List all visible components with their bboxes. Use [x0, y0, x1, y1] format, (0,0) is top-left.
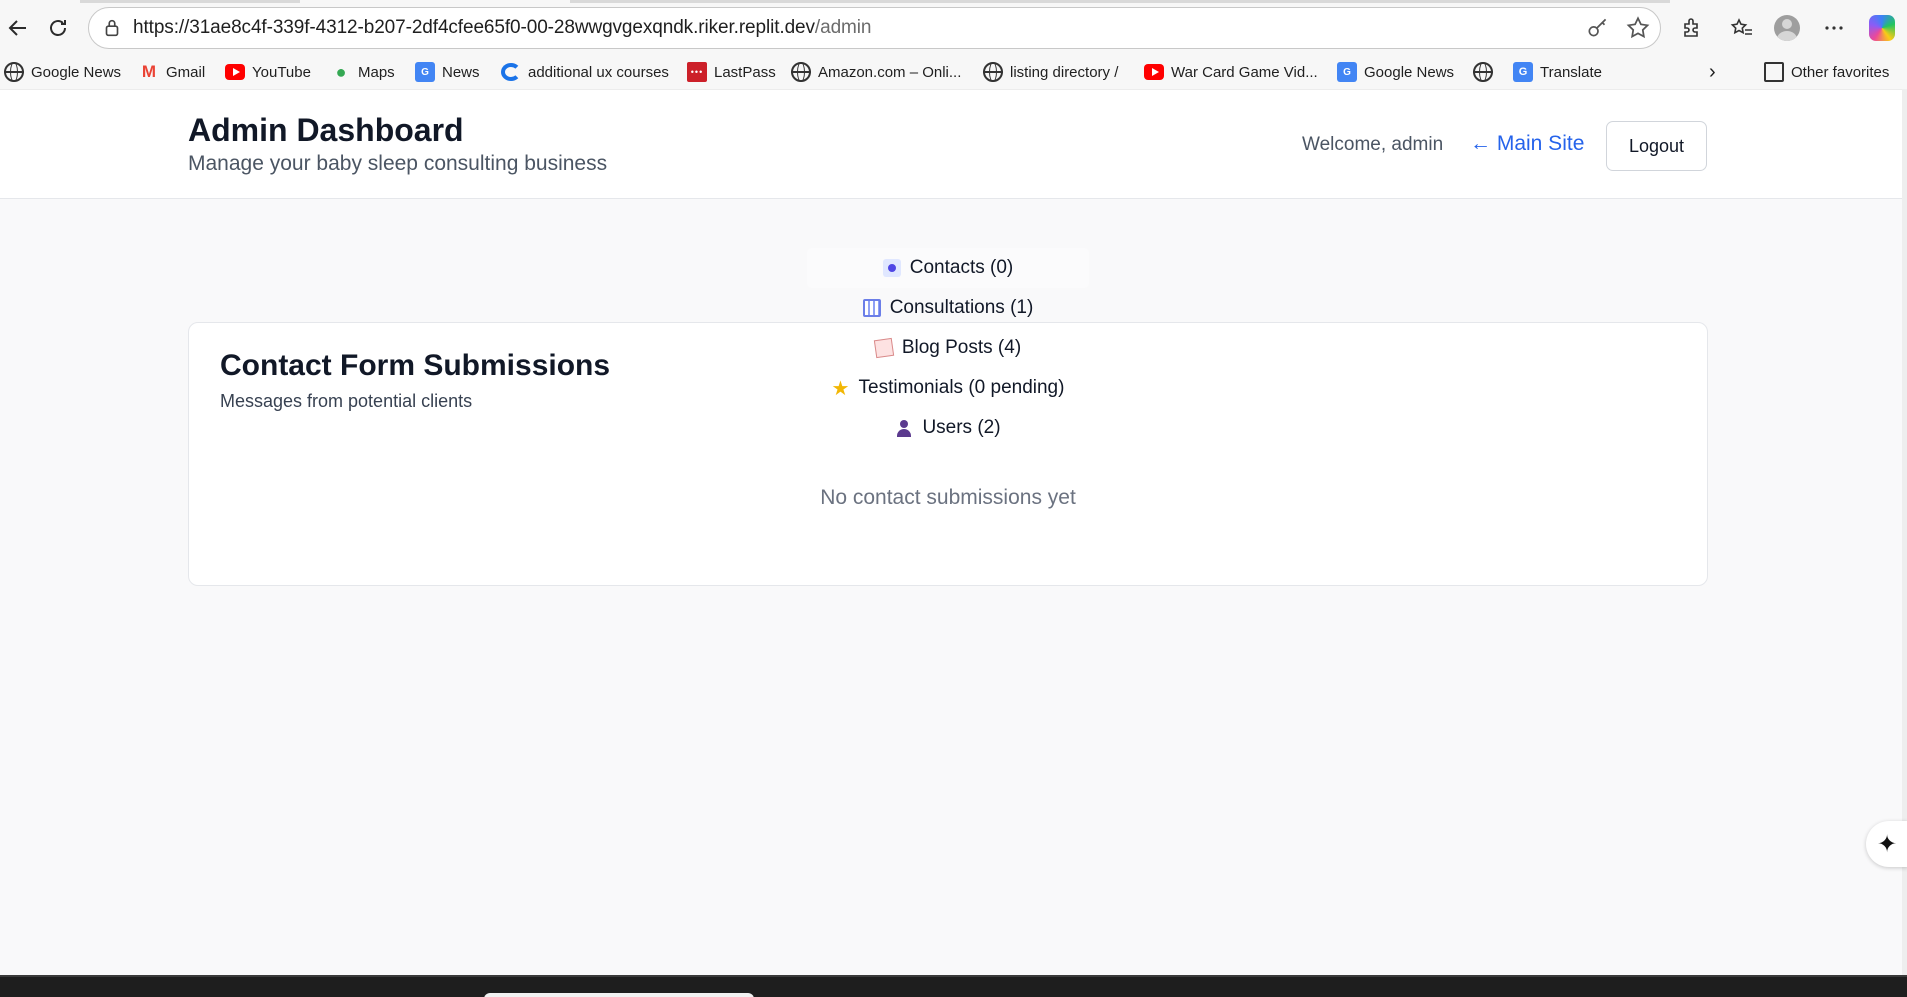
main-site-link[interactable]: ← Main Site [1470, 132, 1584, 156]
sparkle-assistant-button[interactable]: ✦ [1866, 821, 1907, 867]
bookmark-label: War Card Game Vid... [1171, 63, 1318, 81]
puzzle-icon [1684, 18, 1698, 37]
bookmark-war-card-game[interactable]: War Card Game Vid... [1144, 55, 1318, 89]
tab-strip-edge [80, 0, 300, 3]
other-favorites[interactable]: Other favorites [1764, 55, 1889, 89]
logout-button[interactable]: Logout [1606, 121, 1707, 171]
more-dots-icon [1825, 26, 1843, 30]
tab-label: Contacts (0) [909, 257, 1014, 278]
gmail-icon: M [141, 62, 157, 81]
back-button[interactable] [0, 10, 36, 46]
page-content: Admin Dashboard Manage your baby sleep c… [0, 89, 1907, 975]
maps-icon: ● [335, 61, 347, 82]
bookmark-label: News [442, 63, 480, 81]
bookmark-label: Translate [1540, 63, 1602, 81]
tab-blog-posts[interactable]: Blog Posts (4) [807, 328, 1089, 368]
bookmark-label: Google News [31, 63, 122, 81]
page-title: Admin Dashboard [188, 112, 464, 148]
globe-icon [983, 62, 1003, 82]
bookmarks-overflow-button[interactable]: › [1709, 55, 1716, 89]
card-title: Contact Form Submissions [220, 349, 611, 382]
copilot-icon [1869, 15, 1895, 41]
bookmark-label: listing directory / [1010, 63, 1119, 81]
bookmark-gmail[interactable]: M Gmail [139, 55, 205, 89]
bookmark-label: Google News [1364, 63, 1455, 81]
address-bar[interactable]: https://31ae8c4f-339f-4312-b207-2df4cfee… [88, 7, 1661, 49]
tab-label: Testimonials (0 pending) [858, 377, 1065, 398]
calendar-icon [862, 299, 881, 317]
bookmark-google-news-2[interactable]: G Google News [1337, 55, 1454, 89]
tab-label: Blog Posts (4) [901, 337, 1022, 358]
globe-icon [791, 62, 811, 82]
welcome-text: Welcome, admin [1302, 134, 1444, 155]
copilot-button[interactable] [1864, 10, 1900, 46]
bookmark-youtube[interactable]: YouTube [225, 55, 311, 89]
bookmark-label: Gmail [166, 63, 206, 81]
tab-consultations[interactable]: Consultations (1) [807, 288, 1089, 328]
admin-header: Admin Dashboard Manage your baby sleep c… [0, 89, 1902, 199]
lastpass-icon: ••• [687, 62, 707, 82]
bookmark-listing-directory[interactable]: listing directory / [983, 55, 1118, 89]
bookmark-news[interactable]: G News [415, 55, 480, 89]
browser-toolbar: https://31ae8c4f-339f-4312-b207-2df4cfee… [0, 0, 1907, 55]
admin-tabs: Contacts (0) Consultations (1) Blog Post… [807, 248, 1089, 448]
back-arrow-icon [8, 20, 26, 36]
sparkle-icon: ✦ [1876, 830, 1898, 858]
bookmark-label: Maps [358, 63, 395, 81]
globe-icon [4, 62, 24, 82]
page-subtitle: Manage your baby sleep consulting busine… [188, 152, 608, 175]
site-info-icon[interactable] [101, 17, 123, 39]
other-favorites-label: Other favorites [1791, 63, 1890, 81]
url-text: https://31ae8c4f-339f-4312-b207-2df4cfee… [133, 17, 871, 39]
bookmark-translate[interactable]: G Translate [1513, 55, 1602, 89]
more-menu-button[interactable] [1816, 10, 1852, 46]
bookmark-globe[interactable] [1473, 55, 1500, 89]
tab-contacts[interactable]: Contacts (0) [807, 248, 1089, 288]
c-logo-icon [501, 63, 521, 81]
tab-label: Consultations (1) [889, 297, 1034, 318]
extensions-button[interactable] [1674, 10, 1710, 46]
bookmark-ux-courses[interactable]: additional ux courses [501, 55, 669, 89]
url-path: /admin [814, 17, 872, 38]
taskbar [0, 975, 1907, 997]
memo-icon [873, 337, 894, 359]
bookmarks-bar: Google News M Gmail YouTube ● Maps G News a… [0, 55, 1907, 89]
bookmark-lastpass[interactable]: ••• LastPass [687, 55, 776, 89]
star-icon: ★ [831, 377, 850, 400]
favorites-button[interactable] [1724, 10, 1760, 46]
empty-state-message: No contact submissions yet [820, 486, 1076, 509]
bookmark-maps[interactable]: ● Maps [331, 55, 395, 89]
favorites-list-icon [1730, 18, 1752, 35]
chevron-right-icon: › [1709, 60, 1716, 83]
bookmark-label: additional ux courses [528, 63, 669, 81]
youtube-icon [1144, 64, 1164, 80]
google-news-icon: G [415, 62, 435, 82]
tab-strip-edge [570, 0, 1670, 3]
card-subtitle: Messages from potential clients [220, 391, 473, 411]
avatar-icon [1774, 15, 1800, 41]
folder-icon [1764, 62, 1784, 82]
taskbar-search[interactable] [484, 993, 754, 997]
bookmark-label: Amazon.com – Onli... [818, 63, 962, 81]
google-news-icon: G [1337, 62, 1357, 82]
url-host: https://31ae8c4f-339f-4312-b207-2df4cfee… [133, 17, 815, 38]
profile-button[interactable] [1769, 10, 1805, 46]
user-icon [895, 419, 913, 437]
tab-label: Users (2) [922, 417, 1001, 438]
globe-icon [1473, 62, 1493, 82]
refresh-icon [50, 20, 66, 36]
bookmark-google-news[interactable]: Google News [4, 55, 121, 89]
contacts-icon [882, 259, 901, 277]
favorite-star-icon[interactable] [1625, 15, 1651, 41]
bookmark-label: LastPass [714, 63, 776, 81]
bookmark-label: YouTube [252, 63, 311, 81]
bookmark-amazon[interactable]: Amazon.com – Onli... [791, 55, 961, 89]
tab-testimonials[interactable]: ★ Testimonials (0 pending) [807, 368, 1089, 408]
key-icon[interactable] [1585, 15, 1611, 41]
refresh-button[interactable] [40, 10, 76, 46]
tab-users[interactable]: Users (2) [807, 408, 1089, 448]
translate-icon: G [1513, 62, 1533, 82]
youtube-icon [225, 64, 245, 80]
